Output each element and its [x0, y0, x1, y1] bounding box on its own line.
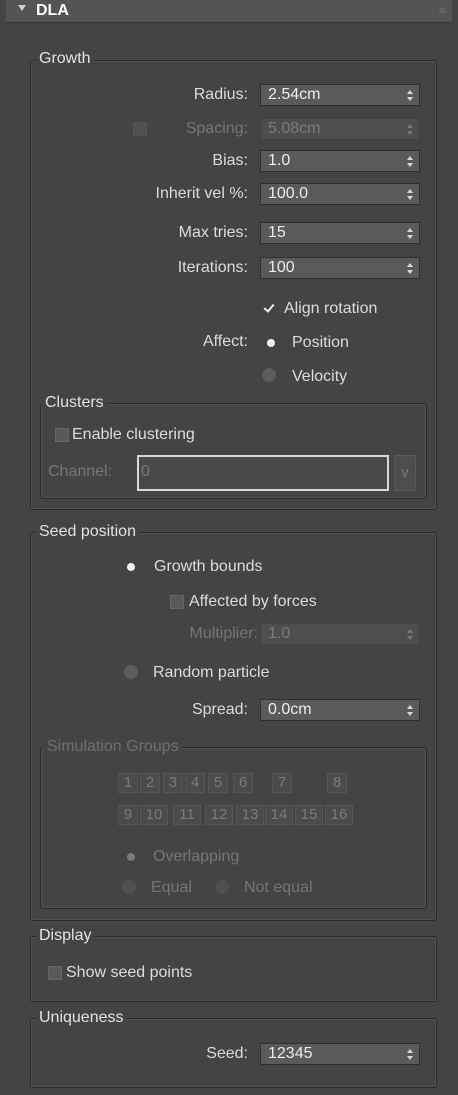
- spacing-spinner[interactable]: 5.08cm: [260, 118, 420, 140]
- show-seed-points-checkbox[interactable]: [48, 966, 62, 980]
- channel-label: Channel:: [48, 463, 113, 480]
- spread-label: Spread:: [191, 701, 248, 718]
- equal-radio[interactable]: [122, 880, 136, 894]
- not-equal-radio[interactable]: [215, 880, 229, 894]
- affect-label: Affect:: [202, 333, 248, 350]
- spacing-label: Spacing:: [185, 120, 248, 137]
- radio-selected-dot-icon: [127, 563, 135, 571]
- show-seed-points-label[interactable]: Show seed points: [66, 963, 192, 983]
- sim-group-button[interactable]: 9: [118, 805, 138, 825]
- radius-label: Radius:: [193, 86, 248, 103]
- align-rotation-checkbox[interactable]: [263, 301, 277, 316]
- affected-by-forces-checkbox[interactable]: [170, 595, 184, 609]
- spinner-arrows-icon[interactable]: [407, 156, 413, 167]
- enable-clustering-label[interactable]: Enable clustering: [72, 425, 195, 445]
- sim-group-button[interactable]: 8: [327, 773, 347, 793]
- display-group-title: Display: [36, 927, 95, 945]
- affect-position-radio[interactable]: [264, 336, 278, 350]
- checkmark-icon: [263, 301, 275, 313]
- sim-group-button[interactable]: 10: [140, 805, 168, 825]
- simulation-groups-title: Simulation Groups: [44, 738, 182, 756]
- inherit-vel-label: Inherit vel %:: [155, 185, 248, 202]
- uniqueness-group-title: Uniqueness: [36, 1009, 127, 1027]
- sim-group-button[interactable]: 5: [208, 773, 228, 793]
- multiplier-spinner[interactable]: 1.0: [260, 623, 420, 645]
- spacing-checkbox[interactable]: [133, 122, 147, 136]
- seed-value: 12345: [268, 1045, 313, 1062]
- seed-position-group-title: Seed position: [36, 523, 139, 541]
- sim-group-button[interactable]: 14: [265, 805, 293, 825]
- bias-label: Bias:: [212, 152, 248, 169]
- channel-input[interactable]: 0: [137, 455, 389, 491]
- rollout-title: DLA: [36, 2, 69, 19]
- simulation-groups-group: [40, 747, 427, 909]
- dla-rollout-header[interactable]: DLA: [6, 0, 452, 23]
- overlapping-label[interactable]: Overlapping: [153, 847, 239, 867]
- channel-value: 0: [141, 463, 150, 480]
- affect-position-label[interactable]: Position: [292, 333, 349, 353]
- sim-group-button[interactable]: 2: [140, 773, 160, 793]
- max-tries-label: Max tries:: [178, 224, 248, 241]
- overlapping-radio[interactable]: [124, 850, 138, 864]
- radius-value: 2.54cm: [268, 86, 321, 103]
- sim-group-button[interactable]: 12: [205, 805, 233, 825]
- spinner-arrows-icon[interactable]: [407, 228, 413, 239]
- growth-group-title: Growth: [36, 50, 94, 68]
- sim-group-button[interactable]: 7: [272, 773, 292, 793]
- seed-label: Seed:: [206, 1045, 248, 1062]
- spacing-value: 5.08cm: [268, 120, 321, 137]
- iterations-label: Iterations:: [177, 259, 248, 276]
- spread-spinner[interactable]: 0.0cm: [260, 699, 420, 721]
- seed-spinner[interactable]: 12345: [260, 1043, 420, 1065]
- sim-group-button[interactable]: 13: [236, 805, 264, 825]
- spinner-arrows-icon[interactable]: [407, 263, 413, 274]
- sim-group-button[interactable]: 16: [325, 805, 353, 825]
- not-equal-label[interactable]: Not equal: [244, 878, 313, 898]
- spinner-arrows-icon[interactable]: [407, 1049, 413, 1060]
- sim-group-button[interactable]: 4: [185, 773, 205, 793]
- clusters-group-title: Clusters: [42, 394, 107, 412]
- radius-spinner[interactable]: 2.54cm: [260, 84, 420, 106]
- growth-bounds-radio[interactable]: [124, 560, 138, 574]
- sim-group-button[interactable]: 1: [118, 773, 138, 793]
- collapse-arrow-icon[interactable]: [18, 5, 26, 11]
- align-rotation-label[interactable]: Align rotation: [284, 299, 377, 319]
- spinner-arrows-icon[interactable]: [407, 629, 413, 640]
- iterations-value: 100: [268, 259, 295, 276]
- inherit-vel-spinner[interactable]: 100.0: [260, 183, 420, 205]
- channel-dropdown-button[interactable]: v: [394, 455, 416, 491]
- inherit-vel-value: 100.0: [268, 185, 309, 202]
- spinner-arrows-icon[interactable]: [407, 124, 413, 135]
- max-tries-value: 15: [268, 224, 286, 241]
- bias-value: 1.0: [268, 152, 291, 169]
- random-particle-radio[interactable]: [124, 665, 138, 679]
- sim-group-button[interactable]: 15: [295, 805, 323, 825]
- multiplier-label: Multiplier:: [189, 625, 258, 642]
- spread-value: 0.0cm: [268, 701, 312, 718]
- enable-clustering-checkbox[interactable]: [55, 428, 69, 442]
- radio-selected-dot-icon: [127, 853, 135, 861]
- sim-group-button[interactable]: 3: [163, 773, 183, 793]
- radio-selected-dot-icon: [267, 339, 275, 347]
- equal-label[interactable]: Equal: [151, 878, 192, 898]
- affect-velocity-label[interactable]: Velocity: [292, 367, 347, 387]
- spinner-arrows-icon[interactable]: [407, 90, 413, 101]
- grip-icon[interactable]: [439, 7, 446, 14]
- sim-group-button[interactable]: 6: [233, 773, 253, 793]
- random-particle-label[interactable]: Random particle: [153, 663, 270, 683]
- affect-velocity-radio[interactable]: [262, 368, 276, 382]
- affected-by-forces-label[interactable]: Affected by forces: [189, 592, 317, 612]
- iterations-spinner[interactable]: 100: [260, 257, 420, 279]
- bias-spinner[interactable]: 1.0: [260, 150, 420, 172]
- sim-group-button[interactable]: 11: [173, 805, 201, 825]
- spinner-arrows-icon[interactable]: [407, 705, 413, 716]
- growth-bounds-label[interactable]: Growth bounds: [154, 557, 263, 577]
- spinner-arrows-icon[interactable]: [407, 189, 413, 200]
- max-tries-spinner[interactable]: 15: [260, 222, 420, 244]
- multiplier-value: 1.0: [268, 625, 291, 642]
